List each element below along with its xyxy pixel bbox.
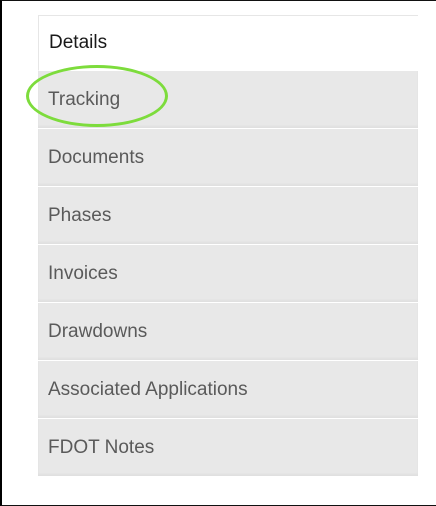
tab-label: FDOT Notes bbox=[48, 436, 155, 458]
tab-list: Details Tracking Documents Phases Invoic… bbox=[38, 15, 418, 477]
tab-label: Invoices bbox=[48, 262, 118, 284]
tab-label: Associated Applications bbox=[48, 378, 248, 400]
tab-details[interactable]: Details bbox=[38, 15, 418, 71]
tab-label: Phases bbox=[48, 204, 112, 226]
tab-phases[interactable]: Phases bbox=[38, 187, 418, 245]
tab-documents[interactable]: Documents bbox=[38, 129, 418, 187]
tab-invoices[interactable]: Invoices bbox=[38, 245, 418, 303]
tab-associated-applications[interactable]: Associated Applications bbox=[38, 361, 418, 419]
tab-drawdowns[interactable]: Drawdowns bbox=[38, 303, 418, 361]
tab-label: Details bbox=[49, 32, 108, 53]
tab-label: Drawdowns bbox=[48, 320, 148, 342]
tab-fdot-notes[interactable]: FDOT Notes bbox=[38, 419, 418, 477]
tab-tracking[interactable]: Tracking bbox=[38, 71, 418, 129]
tab-label: Tracking bbox=[48, 88, 121, 110]
tab-label: Documents bbox=[48, 146, 145, 168]
tab-panel-frame: Details Tracking Documents Phases Invoic… bbox=[0, 0, 436, 506]
